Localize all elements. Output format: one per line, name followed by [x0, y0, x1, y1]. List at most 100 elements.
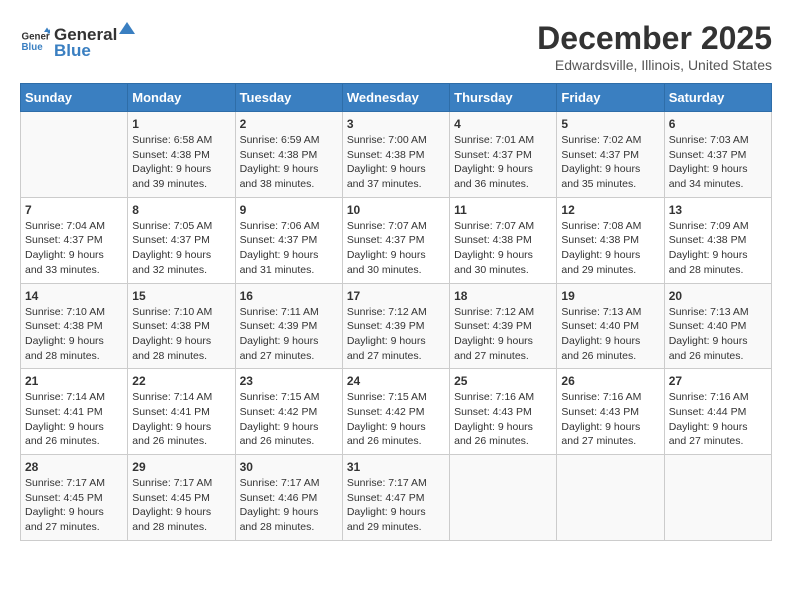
day-number: 15 — [132, 289, 230, 303]
day-info: Sunrise: 7:00 AM Sunset: 4:38 PM Dayligh… — [347, 133, 445, 192]
calendar-table: SundayMondayTuesdayWednesdayThursdayFrid… — [20, 83, 772, 541]
logo-icon: General Blue — [20, 26, 50, 56]
calendar-cell: 25 Sunrise: 7:16 AM Sunset: 4:43 PM Dayli… — [450, 369, 557, 455]
day-number: 10 — [347, 203, 445, 217]
day-number: 21 — [25, 374, 123, 388]
day-info: Sunrise: 7:12 AM Sunset: 4:39 PM Dayligh… — [347, 305, 445, 364]
day-number: 24 — [347, 374, 445, 388]
calendar-cell: 30 Sunrise: 7:17 AM Sunset: 4:46 PM Dayli… — [235, 455, 342, 541]
page-header: General Blue General Blue December 2025 … — [20, 20, 772, 73]
day-info: Sunrise: 7:06 AM Sunset: 4:37 PM Dayligh… — [240, 219, 338, 278]
header-monday: Monday — [128, 84, 235, 112]
day-info: Sunrise: 6:58 AM Sunset: 4:38 PM Dayligh… — [132, 133, 230, 192]
calendar-cell: 23 Sunrise: 7:15 AM Sunset: 4:42 PM Dayli… — [235, 369, 342, 455]
logo: General Blue General Blue — [20, 20, 137, 61]
calendar-cell: 2Sunrise: 6:59 AM Sunset: 4:38 PM Daylig… — [235, 112, 342, 198]
day-info: Sunrise: 7:15 AM Sunset: 4:42 PM Dayligh… — [347, 390, 445, 449]
day-info: Sunrise: 7:14 AM Sunset: 4:41 PM Dayligh… — [25, 390, 123, 449]
calendar-cell: 3 Sunrise: 7:00 AM Sunset: 4:38 PM Daylig… — [342, 112, 449, 198]
day-number: 13 — [669, 203, 767, 217]
day-info: Sunrise: 6:59 AM Sunset: 4:38 PM Dayligh… — [240, 133, 338, 192]
calendar-cell: 7Sunrise: 7:04 AM Sunset: 4:37 PM Daylig… — [21, 197, 128, 283]
calendar-cell: 18Sunrise: 7:12 AM Sunset: 4:39 PM Dayli… — [450, 283, 557, 369]
calendar-cell: 22Sunrise: 7:14 AM Sunset: 4:41 PM Dayli… — [128, 369, 235, 455]
day-number: 1 — [132, 117, 230, 131]
day-info: Sunrise: 7:17 AM Sunset: 4:47 PM Dayligh… — [347, 476, 445, 535]
day-info: Sunrise: 7:01 AM Sunset: 4:37 PM Dayligh… — [454, 133, 552, 192]
calendar-cell: 17Sunrise: 7:12 AM Sunset: 4:39 PM Dayli… — [342, 283, 449, 369]
day-info: Sunrise: 7:11 AM Sunset: 4:39 PM Dayligh… — [240, 305, 338, 364]
day-number: 5 — [561, 117, 659, 131]
svg-text:General: General — [22, 31, 51, 42]
day-info: Sunrise: 7:17 AM Sunset: 4:45 PM Dayligh… — [25, 476, 123, 535]
day-info: Sunrise: 7:17 AM Sunset: 4:46 PM Dayligh… — [240, 476, 338, 535]
day-number: 16 — [240, 289, 338, 303]
day-number: 14 — [25, 289, 123, 303]
calendar-cell: 1 Sunrise: 6:58 AM Sunset: 4:38 PM Daylig… — [128, 112, 235, 198]
calendar-cell: 10Sunrise: 7:07 AM Sunset: 4:37 PM Dayli… — [342, 197, 449, 283]
svg-text:Blue: Blue — [22, 42, 44, 53]
header-sunday: Sunday — [21, 84, 128, 112]
header-tuesday: Tuesday — [235, 84, 342, 112]
day-number: 25 — [454, 374, 552, 388]
calendar-header-row: SundayMondayTuesdayWednesdayThursdayFrid… — [21, 84, 772, 112]
calendar-cell: 14Sunrise: 7:10 AM Sunset: 4:38 PM Dayli… — [21, 283, 128, 369]
day-info: Sunrise: 7:17 AM Sunset: 4:45 PM Dayligh… — [132, 476, 230, 535]
calendar-cell — [557, 455, 664, 541]
calendar-cell: 21 Sunrise: 7:14 AM Sunset: 4:41 PM Dayli… — [21, 369, 128, 455]
header-friday: Friday — [557, 84, 664, 112]
title-block: December 2025 Edwardsville, Illinois, Un… — [537, 20, 772, 73]
day-info: Sunrise: 7:02 AM Sunset: 4:37 PM Dayligh… — [561, 133, 659, 192]
header-wednesday: Wednesday — [342, 84, 449, 112]
day-number: 9 — [240, 203, 338, 217]
day-number: 6 — [669, 117, 767, 131]
calendar-cell: 11 Sunrise: 7:07 AM Sunset: 4:38 PM Dayli… — [450, 197, 557, 283]
calendar-cell: 6Sunrise: 7:03 AM Sunset: 4:37 PM Daylig… — [664, 112, 771, 198]
day-number: 23 — [240, 374, 338, 388]
day-number: 19 — [561, 289, 659, 303]
calendar-cell — [21, 112, 128, 198]
logo-triangle-icon — [117, 20, 137, 40]
day-number: 3 — [347, 117, 445, 131]
calendar-cell: 24 Sunrise: 7:15 AM Sunset: 4:42 PM Dayli… — [342, 369, 449, 455]
calendar-week-row: 21 Sunrise: 7:14 AM Sunset: 4:41 PM Dayli… — [21, 369, 772, 455]
day-info: Sunrise: 7:16 AM Sunset: 4:43 PM Dayligh… — [561, 390, 659, 449]
month-year-title: December 2025 — [537, 20, 772, 57]
day-info: Sunrise: 7:13 AM Sunset: 4:40 PM Dayligh… — [561, 305, 659, 364]
day-number: 20 — [669, 289, 767, 303]
calendar-cell: 19 Sunrise: 7:13 AM Sunset: 4:40 PM Dayli… — [557, 283, 664, 369]
day-info: Sunrise: 7:13 AM Sunset: 4:40 PM Dayligh… — [669, 305, 767, 364]
calendar-cell: 27 Sunrise: 7:16 AM Sunset: 4:44 PM Dayli… — [664, 369, 771, 455]
calendar-cell: 5 Sunrise: 7:02 AM Sunset: 4:37 PM Daylig… — [557, 112, 664, 198]
calendar-cell: 26Sunrise: 7:16 AM Sunset: 4:43 PM Dayli… — [557, 369, 664, 455]
calendar-cell — [450, 455, 557, 541]
calendar-week-row: 28 Sunrise: 7:17 AM Sunset: 4:45 PM Dayli… — [21, 455, 772, 541]
calendar-cell: 28 Sunrise: 7:17 AM Sunset: 4:45 PM Dayli… — [21, 455, 128, 541]
calendar-week-row: 1 Sunrise: 6:58 AM Sunset: 4:38 PM Daylig… — [21, 112, 772, 198]
calendar-week-row: 14Sunrise: 7:10 AM Sunset: 4:38 PM Dayli… — [21, 283, 772, 369]
calendar-cell: 15Sunrise: 7:10 AM Sunset: 4:38 PM Dayli… — [128, 283, 235, 369]
day-number: 12 — [561, 203, 659, 217]
day-number: 27 — [669, 374, 767, 388]
day-number: 28 — [25, 460, 123, 474]
day-info: Sunrise: 7:16 AM Sunset: 4:44 PM Dayligh… — [669, 390, 767, 449]
calendar-cell: 4 Sunrise: 7:01 AM Sunset: 4:37 PM Daylig… — [450, 112, 557, 198]
day-number: 11 — [454, 203, 552, 217]
calendar-cell — [664, 455, 771, 541]
calendar-cell: 9 Sunrise: 7:06 AM Sunset: 4:37 PM Daylig… — [235, 197, 342, 283]
day-number: 18 — [454, 289, 552, 303]
day-info: Sunrise: 7:09 AM Sunset: 4:38 PM Dayligh… — [669, 219, 767, 278]
day-number: 4 — [454, 117, 552, 131]
day-info: Sunrise: 7:15 AM Sunset: 4:42 PM Dayligh… — [240, 390, 338, 449]
calendar-cell: 29 Sunrise: 7:17 AM Sunset: 4:45 PM Dayli… — [128, 455, 235, 541]
day-info: Sunrise: 7:07 AM Sunset: 4:38 PM Dayligh… — [454, 219, 552, 278]
day-number: 30 — [240, 460, 338, 474]
day-number: 8 — [132, 203, 230, 217]
header-thursday: Thursday — [450, 84, 557, 112]
day-number: 22 — [132, 374, 230, 388]
day-info: Sunrise: 7:16 AM Sunset: 4:43 PM Dayligh… — [454, 390, 552, 449]
day-number: 29 — [132, 460, 230, 474]
header-saturday: Saturday — [664, 84, 771, 112]
calendar-cell: 16 Sunrise: 7:11 AM Sunset: 4:39 PM Dayli… — [235, 283, 342, 369]
calendar-cell: 12Sunrise: 7:08 AM Sunset: 4:38 PM Dayli… — [557, 197, 664, 283]
